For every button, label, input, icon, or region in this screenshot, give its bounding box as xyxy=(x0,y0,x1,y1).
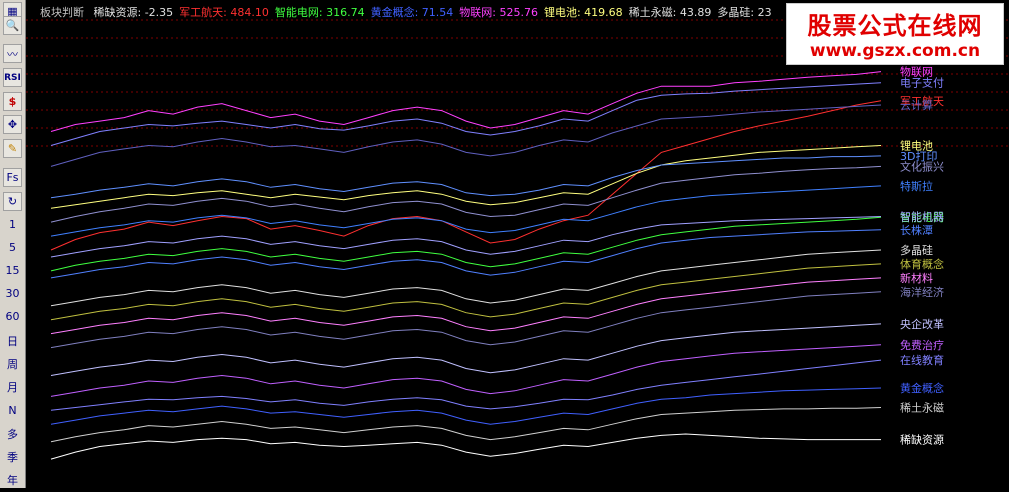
fs-icon[interactable]: Fs xyxy=(3,168,22,187)
move-icon[interactable]: ✥ xyxy=(3,115,22,134)
series-label: 云计算 xyxy=(900,98,933,112)
series-line xyxy=(50,433,881,460)
chart-title: 板块判断 xyxy=(40,6,84,19)
chart-header: 板块判断 稀缺资源: -2.35 军工航天: 484.10 智能电网: 316.74… xyxy=(40,4,784,20)
series-label: 多晶硅 xyxy=(900,243,933,257)
watermark-url: www.gszx.com.cn xyxy=(809,41,981,61)
series-label: 黄金概念 xyxy=(900,381,944,395)
series-line xyxy=(50,216,882,258)
series-line xyxy=(50,71,882,132)
watermark-logo: 股票公式在线网 www.gszx.com.cn xyxy=(786,3,1004,65)
rsi-icon[interactable]: RSI xyxy=(3,68,22,87)
period-button[interactable]: 年 xyxy=(3,470,22,489)
line-chart-icon[interactable]: 〰 xyxy=(3,44,22,63)
series-line xyxy=(50,344,882,397)
series-label: 海洋经济 xyxy=(900,285,944,299)
dollar-icon[interactable]: $ xyxy=(3,92,22,111)
header-item: 多晶硅: 23 xyxy=(717,6,772,19)
header-item: 军工航天: 484.10 xyxy=(179,6,269,19)
period-button[interactable]: 1 xyxy=(3,215,22,234)
header-items: 稀缺资源: -2.35 军工航天: 484.10 智能电网: 316.74 黄金概念:… xyxy=(94,6,778,19)
header-item: 锂电池: 419.68 xyxy=(543,6,623,19)
period-button[interactable]: 日 xyxy=(3,331,22,350)
header-item: 黄金概念: 71.54 xyxy=(370,6,454,19)
series-line xyxy=(50,407,882,443)
zoom-icon[interactable]: 🔍 xyxy=(3,16,22,35)
series-line xyxy=(50,145,882,209)
period-button[interactable]: 多 xyxy=(3,424,22,443)
series-line xyxy=(50,323,882,376)
series-line xyxy=(50,165,882,223)
period-button[interactable]: 5 xyxy=(3,238,22,257)
series-line xyxy=(50,249,882,307)
series-label: 新材料 xyxy=(900,271,933,285)
header-item: 物联网: 525.76 xyxy=(459,6,538,19)
series-line xyxy=(50,104,882,167)
series-label: 在线教育 xyxy=(900,353,944,367)
period-button[interactable]: N xyxy=(3,401,22,420)
chart-area: 物联网 电子支付 军工航天 云计算 锂电池 3D打印 文化振兴 特斯拉 智能电网 智能机器 长株潭多… xyxy=(26,0,1009,488)
period-button[interactable]: 30 xyxy=(3,284,22,303)
series-label: 智能机器 xyxy=(900,210,944,224)
series-label: 稀缺资源 xyxy=(900,433,944,447)
series-line xyxy=(50,359,882,411)
series-label: 体育概念 xyxy=(900,257,944,271)
series-label: 电子支付 xyxy=(900,77,944,90)
series-label: 文化振兴 xyxy=(900,159,944,173)
period-button[interactable]: 月 xyxy=(3,377,22,396)
header-item: 稀土永磁: 43.89 xyxy=(628,6,712,19)
series-line xyxy=(50,155,882,199)
series-label: 央企改革 xyxy=(900,317,944,331)
period-button[interactable]: 季 xyxy=(3,447,22,466)
header-item: 稀缺资源: -2.35 xyxy=(93,6,174,19)
series-line xyxy=(50,229,882,279)
series-label: 免费治疗 xyxy=(900,338,944,352)
refresh-icon[interactable]: ↻ xyxy=(3,192,22,211)
left-toolbar: ▦ 🔍 〰 RSI $ ✥ ✎ Fs ↻ 1 5 15 30 60 日周月 N 多季年 xyxy=(0,0,26,488)
header-item: 智能电网: 316.74 xyxy=(274,6,365,19)
pencil-icon[interactable]: ✎ xyxy=(3,139,22,158)
series-label: 稀土永磁 xyxy=(900,401,944,415)
series-label: 特斯拉 xyxy=(900,179,933,193)
series-line xyxy=(50,185,882,237)
period-button[interactable]: 60 xyxy=(3,307,22,326)
series-label: 长株潭 xyxy=(900,223,933,237)
watermark-title: 股票公式在线网 xyxy=(807,12,983,40)
chart-svg: 物联网电子支付军工航天云计算锂电池3D打印文化振兴特斯拉智能电网智能机器长株潭多… xyxy=(26,19,1009,460)
period-button[interactable]: 周 xyxy=(3,354,22,373)
period-button[interactable]: 15 xyxy=(3,261,22,280)
series-line xyxy=(50,100,882,251)
